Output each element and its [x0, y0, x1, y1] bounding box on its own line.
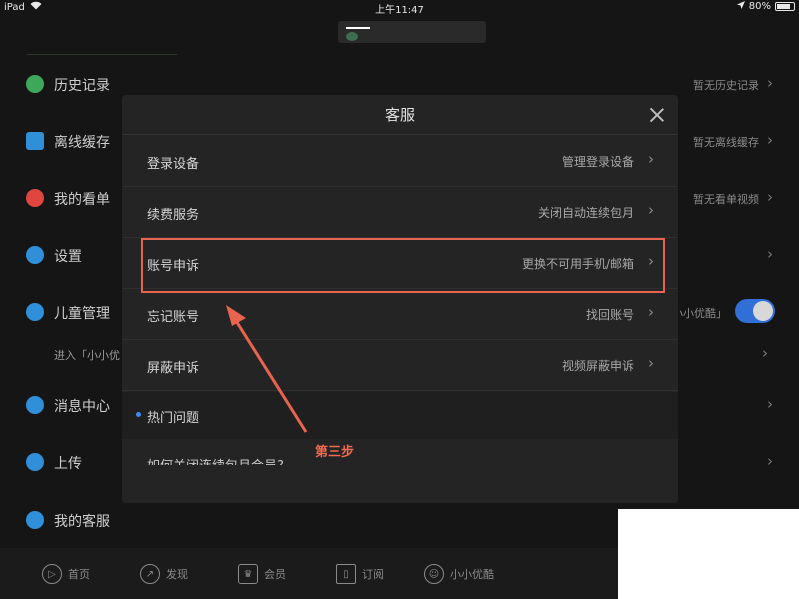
chevron-right-icon: ›	[767, 452, 773, 470]
gear-icon	[26, 246, 44, 264]
profile-name-blurred	[338, 21, 486, 43]
chevron-right-icon: ›	[767, 395, 773, 413]
row-login-devices[interactable]: 登录设备 管理登录设备 ›	[122, 136, 678, 187]
chevron-right-icon: ›	[648, 303, 654, 321]
chat-icon	[26, 396, 44, 414]
chevron-right-icon: ›	[648, 354, 654, 372]
chevron-right-icon: ›	[762, 344, 768, 362]
chevron-right-icon: ›	[767, 131, 773, 149]
close-icon[interactable]	[648, 106, 666, 124]
tab-discover[interactable]: ↗ 发现	[140, 564, 188, 584]
home-play-icon: ▷	[42, 564, 62, 584]
row-block-appeal[interactable]: 屏蔽申诉 视频屏蔽申诉 ›	[122, 340, 678, 391]
battery-percent: 80%	[748, 1, 771, 12]
tab-vip[interactable]: ♛ 会员	[238, 564, 286, 584]
crown-icon: ♛	[238, 564, 258, 584]
step-label: 第三步	[315, 445, 355, 460]
chevron-right-icon: ›	[648, 201, 654, 219]
modal-title: 客服	[384, 106, 415, 124]
kids-sub-label: 进入「小小优	[54, 349, 120, 362]
compass-icon: ↗	[140, 564, 160, 584]
chevron-right-icon: ›	[767, 245, 773, 263]
history-icon	[26, 75, 44, 93]
heart-icon	[26, 189, 44, 207]
header-divider	[27, 54, 177, 55]
bottom-tab-bar: ▷ 首页 ↗ 发现 ♛ 会员 ▯ 订阅 ☺ 小小优酷	[0, 548, 618, 599]
battery-icon	[775, 2, 795, 11]
status-bar: iPad 上午11:47 80%	[0, 0, 799, 16]
location-icon	[736, 1, 745, 12]
tab-kids[interactable]: ☺ 小小优酷	[424, 564, 494, 584]
row-forgot-account[interactable]: 忘记账号 找回账号 ›	[122, 289, 678, 340]
tab-subscribe[interactable]: ▯ 订阅	[336, 564, 384, 584]
highlight-box	[141, 238, 665, 293]
tab-home[interactable]: ▷ 首页	[42, 564, 90, 584]
cloud-upload-icon	[26, 453, 44, 471]
blank-corner	[618, 509, 799, 599]
modal-header: 客服	[122, 95, 678, 135]
chevron-right-icon: ›	[648, 150, 654, 168]
kid-face-icon: ☺	[424, 564, 444, 584]
row-renewal-service[interactable]: 续费服务 关闭自动连续包月 ›	[122, 187, 678, 238]
status-time: 上午11:47	[375, 5, 424, 16]
faq-item-partial[interactable]: 如何关闭连续包月会员?	[147, 457, 317, 465]
kids-mode-toggle[interactable]	[735, 299, 775, 323]
bullet-dot	[136, 412, 141, 417]
customer-service-modal: 客服 登录设备 管理登录设备 › 续费服务 关闭自动连续包月 › 账号申诉 更换…	[122, 95, 678, 503]
bookmark-icon: ▯	[336, 564, 356, 584]
phone-icon	[26, 511, 44, 529]
chevron-right-icon: ›	[767, 74, 773, 92]
chevron-right-icon: ›	[767, 188, 773, 206]
kid-face-icon	[26, 303, 44, 321]
hot-questions-section: 热门问题	[122, 392, 678, 439]
download-icon	[26, 132, 44, 150]
